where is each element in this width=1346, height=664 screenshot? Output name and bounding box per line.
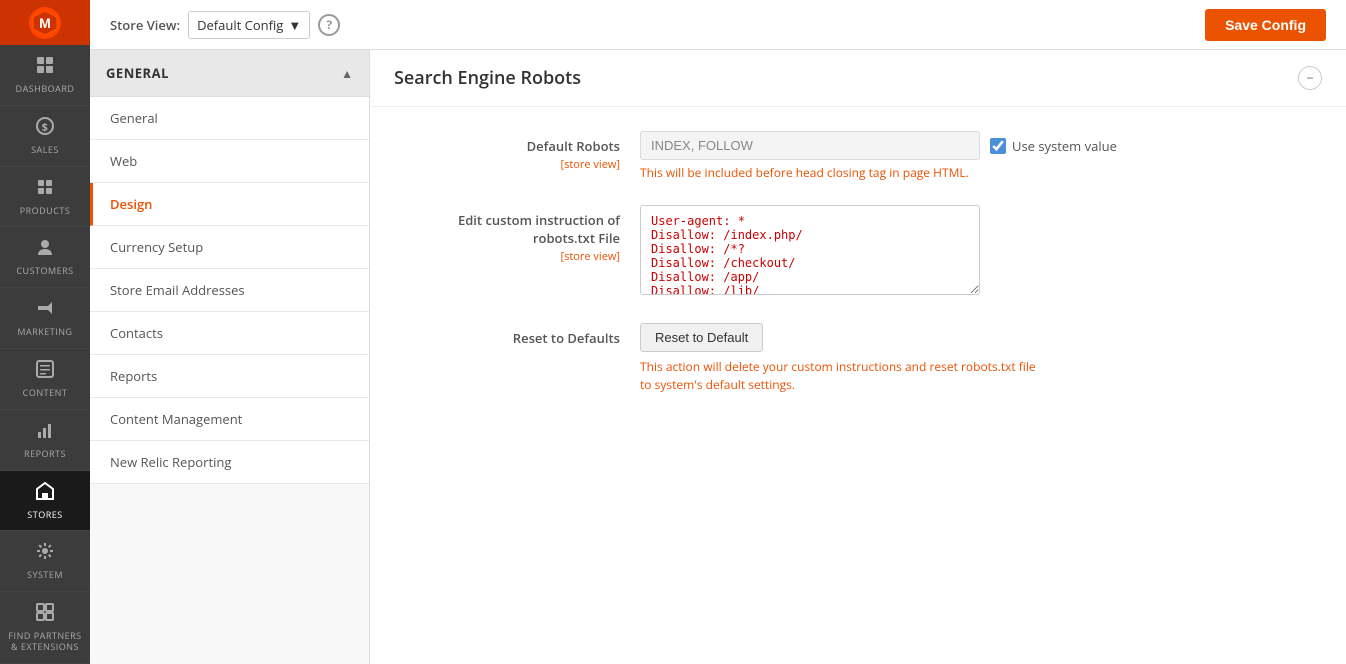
help-icon[interactable]: ? (318, 14, 340, 36)
store-view-value: Default Config (197, 16, 283, 34)
default-robots-label: Default Robots (527, 137, 620, 155)
custom-instructions-control-col: User-agent: * Disallow: /index.php/ Disa… (640, 205, 1316, 299)
topbar: Store View: Default Config ▼ ? Save Conf… (90, 0, 1346, 50)
custom-instructions-sublabel: [store view] (400, 249, 620, 264)
sidebar-item-find[interactable]: FIND PARTNERS & EXTENSIONS (0, 592, 90, 664)
sidebar-marketing-label: MARKETING (17, 327, 72, 338)
default-robots-hint: This will be included before head closin… (640, 164, 1316, 181)
custom-instructions-textarea[interactable]: User-agent: * Disallow: /index.php/ Disa… (640, 205, 980, 295)
sidebar-item-customers[interactable]: CUSTOMERS (0, 227, 90, 288)
sidebar-item-reports[interactable]: REPORTS (0, 410, 90, 471)
nav-item-contacts[interactable]: Contacts (90, 312, 369, 355)
save-config-button[interactable]: Save Config (1205, 9, 1326, 41)
nav-section-general-header[interactable]: GENERAL ▲ (90, 50, 369, 97)
nav-item-web[interactable]: Web (90, 140, 369, 183)
system-value-check[interactable]: Use system value (990, 137, 1117, 155)
default-robots-control-col: INDEX, FOLLOWNOINDEX, NOFOLLOWNOINDEX, F… (640, 131, 1316, 181)
sidebar-item-sales[interactable]: $ SALES (0, 106, 90, 167)
sidebar-content-label: CONTENT (23, 388, 68, 399)
reset-hint: This action will delete your custom inst… (640, 358, 1040, 394)
products-icon (35, 177, 55, 203)
reset-to-default-button[interactable]: Reset to Default (640, 323, 763, 352)
reset-control-col: Reset to Default This action will delete… (640, 323, 1316, 394)
marketing-icon (35, 298, 55, 324)
system-value-checkbox[interactable] (990, 138, 1006, 154)
custom-instructions-label: Edit custom instruction of robots.txt Fi… (458, 211, 620, 247)
magento-logo-icon: M (29, 7, 61, 39)
sidebar-products-label: PRODUCTS (20, 206, 71, 217)
sidebar-item-products[interactable]: PRODUCTS (0, 167, 90, 228)
customers-icon (35, 237, 55, 263)
sidebar-reports-label: REPORTS (24, 449, 66, 460)
svg-text:$: $ (42, 120, 49, 135)
nav-item-new-relic[interactable]: New Relic Reporting (90, 441, 369, 484)
reset-defaults-label: Reset to Defaults (513, 329, 620, 347)
dashboard-icon (35, 55, 55, 81)
content-area: GENERAL ▲ General Web Design Currency Se… (90, 50, 1346, 664)
nav-item-reports[interactable]: Reports (90, 355, 369, 398)
sales-icon: $ (35, 116, 55, 142)
main-area: Store View: Default Config ▼ ? Save Conf… (90, 0, 1346, 664)
form-area: Default Robots [store view] INDEX, FOLLO… (370, 107, 1346, 442)
custom-instructions-label-col: Edit custom instruction of robots.txt Fi… (400, 205, 640, 264)
system-value-label: Use system value (1012, 137, 1117, 155)
sidebar-item-content[interactable]: CONTENT (0, 349, 90, 410)
default-robots-row: Default Robots [store view] INDEX, FOLLO… (400, 131, 1316, 181)
sidebar-stores-label: STORES (27, 510, 62, 521)
find-icon (35, 602, 55, 628)
sidebar: M DASHBOARD $ SALES PRODUCTS CUSTOMERS M… (0, 0, 90, 664)
collapse-icon: − (1306, 71, 1313, 85)
store-view-dropdown-arrow: ▼ (288, 16, 301, 34)
default-robots-select[interactable]: INDEX, FOLLOWNOINDEX, NOFOLLOWNOINDEX, F… (640, 131, 980, 160)
reset-defaults-row: Reset to Defaults Reset to Default This … (400, 323, 1316, 394)
custom-instructions-row: Edit custom instruction of robots.txt Fi… (400, 205, 1316, 299)
sidebar-item-dashboard[interactable]: DASHBOARD (0, 45, 90, 106)
nav-item-content-management[interactable]: Content Management (90, 398, 369, 441)
section-header: Search Engine Robots − (370, 50, 1346, 107)
store-view-select[interactable]: Default Config ▼ (188, 11, 310, 39)
nav-item-design[interactable]: Design (90, 183, 369, 226)
reset-label-col: Reset to Defaults (400, 323, 640, 347)
sidebar-logo: M (0, 0, 90, 45)
store-view-label: Store View: (110, 16, 180, 34)
reports-icon (35, 420, 55, 446)
store-view-section: Store View: Default Config ▼ ? (110, 11, 340, 39)
sidebar-dashboard-label: DASHBOARD (16, 84, 75, 95)
right-panel: Search Engine Robots − Default Robots [s… (370, 50, 1346, 664)
sidebar-sales-label: SALES (31, 145, 59, 156)
sidebar-system-label: SYSTEM (27, 570, 63, 581)
sidebar-customers-label: CUSTOMERS (16, 266, 73, 277)
svg-text:M: M (39, 15, 51, 31)
sidebar-find-label: FIND PARTNERS & EXTENSIONS (5, 631, 85, 653)
nav-item-general[interactable]: General (90, 97, 369, 140)
nav-item-currency-setup[interactable]: Currency Setup (90, 226, 369, 269)
sidebar-item-system[interactable]: SYSTEM (0, 531, 90, 592)
nav-section-title: GENERAL (106, 64, 169, 82)
stores-icon (35, 481, 55, 507)
default-robots-label-col: Default Robots [store view] (400, 131, 640, 172)
sidebar-item-marketing[interactable]: MARKETING (0, 288, 90, 349)
section-title: Search Engine Robots (394, 66, 581, 90)
section-collapse-button[interactable]: − (1298, 66, 1322, 90)
nav-section-chevron-icon: ▲ (341, 65, 353, 82)
sidebar-item-stores[interactable]: STORES (0, 471, 90, 532)
default-robots-select-wrapper: INDEX, FOLLOWNOINDEX, NOFOLLOWNOINDEX, F… (640, 131, 1316, 160)
nav-item-store-email[interactable]: Store Email Addresses (90, 269, 369, 312)
system-icon (35, 541, 55, 567)
content-icon (35, 359, 55, 385)
left-nav: GENERAL ▲ General Web Design Currency Se… (90, 50, 370, 664)
default-robots-sublabel: [store view] (400, 157, 620, 172)
